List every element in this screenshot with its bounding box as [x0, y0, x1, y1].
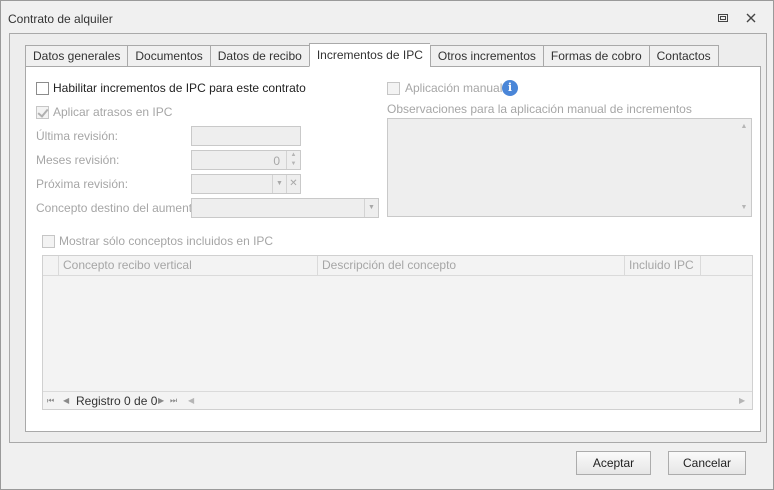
tab-incrementos-de-ipc[interactable]: Incrementos de IPC	[308, 43, 430, 67]
column-header-concepto[interactable]: Concepto recibo vertical	[59, 256, 318, 276]
grid-body[interactable]	[43, 276, 752, 391]
scroll-right-icon[interactable]: ▶	[739, 394, 745, 408]
enable-ipc-label: Habilitar incrementos de IPC para este c…	[53, 81, 306, 95]
column-header-incluido-ipc[interactable]: Incluido IPC	[625, 256, 701, 276]
only-ipc-concepts-label: Mostrar sólo conceptos incluidos en IPC	[59, 234, 274, 248]
only-ipc-concepts-checkbox[interactable]	[42, 235, 55, 248]
months-review-label: Meses revisión:	[36, 153, 120, 167]
manual-application-label: Aplicación manual	[405, 81, 503, 95]
info-icon[interactable]: i	[502, 80, 518, 96]
scroll-down-icon[interactable]: ▼	[737, 202, 751, 214]
next-record-icon[interactable]: ▶	[158, 394, 164, 408]
scroll-left-icon[interactable]: ◀	[188, 394, 194, 408]
last-review-label: Última revisión:	[36, 129, 119, 143]
record-counter: Registro 0 de 0	[76, 394, 158, 408]
tab-documentos[interactable]: Documentos	[127, 45, 210, 67]
scroll-up-icon[interactable]: ▲	[737, 121, 751, 133]
months-review-value: 0	[273, 154, 280, 168]
first-record-icon[interactable]: ⏮	[47, 394, 54, 408]
tab-otros-incrementos[interactable]: Otros incrementos	[429, 45, 543, 67]
manual-application-checkbox[interactable]	[387, 82, 400, 95]
clear-icon[interactable]: ✕	[286, 175, 300, 193]
last-record-icon[interactable]: ⏭	[170, 394, 177, 408]
tab-strip: Datos generales Documentos Datos de reci…	[25, 43, 719, 67]
grid-row-indicator-header	[43, 256, 59, 276]
stepper-buttons[interactable]: ▲ ▼	[286, 151, 300, 169]
months-review-stepper[interactable]: 0 ▲ ▼	[191, 150, 301, 170]
column-header-descripcion[interactable]: Descripción del concepto	[318, 256, 625, 276]
apply-arrears-checkbox[interactable]	[36, 106, 49, 119]
cancel-button[interactable]: Cancelar	[668, 451, 746, 475]
restore-icon[interactable]	[715, 10, 731, 26]
content-panel: Datos generales Documentos Datos de reci…	[9, 33, 767, 443]
next-review-label: Próxima revisión:	[36, 177, 129, 191]
target-concept-combo[interactable]: ▼	[191, 198, 379, 218]
stepper-down-icon[interactable]: ▼	[287, 160, 300, 169]
chevron-down-icon[interactable]: ▼	[272, 175, 286, 193]
observations-label: Observaciones para la aplicación manual …	[387, 102, 692, 116]
observations-textarea[interactable]: ▲ ▼	[387, 118, 752, 217]
grid-navigator: ⏮ ◀ Registro 0 de 0 ▶ ⏭ ◀ ▶	[43, 391, 752, 409]
apply-arrears-label: Aplicar atrasos en IPC	[53, 105, 173, 119]
window-title: Contrato de alquiler	[8, 12, 113, 26]
grid-header: Concepto recibo vertical Descripción del…	[43, 256, 752, 276]
chevron-down-icon[interactable]: ▼	[364, 199, 378, 217]
last-review-field[interactable]	[191, 126, 301, 146]
close-icon[interactable]	[743, 10, 759, 26]
observations-scrollbar[interactable]: ▲ ▼	[737, 119, 751, 216]
dialog-window: Contrato de alquiler Datos generales Doc…	[0, 0, 774, 490]
tab-formas-de-cobro[interactable]: Formas de cobro	[542, 45, 649, 67]
tab-page-incrementos-ipc: Habilitar incrementos de IPC para este c…	[25, 66, 761, 432]
stepper-up-icon[interactable]: ▲	[287, 151, 300, 160]
next-review-date-picker[interactable]: ▼ ✕	[191, 174, 301, 194]
prev-record-icon[interactable]: ◀	[63, 394, 69, 408]
concepts-grid: Concepto recibo vertical Descripción del…	[42, 255, 753, 410]
tab-datos-de-recibo[interactable]: Datos de recibo	[209, 45, 309, 67]
target-concept-label: Concepto destino del aumento:	[36, 201, 203, 215]
tab-contactos[interactable]: Contactos	[648, 45, 719, 67]
enable-ipc-checkbox[interactable]	[36, 82, 49, 95]
title-bar[interactable]: Contrato de alquiler	[1, 1, 773, 35]
accept-button[interactable]: Aceptar	[576, 451, 651, 475]
tab-datos-generales[interactable]: Datos generales	[25, 45, 128, 67]
